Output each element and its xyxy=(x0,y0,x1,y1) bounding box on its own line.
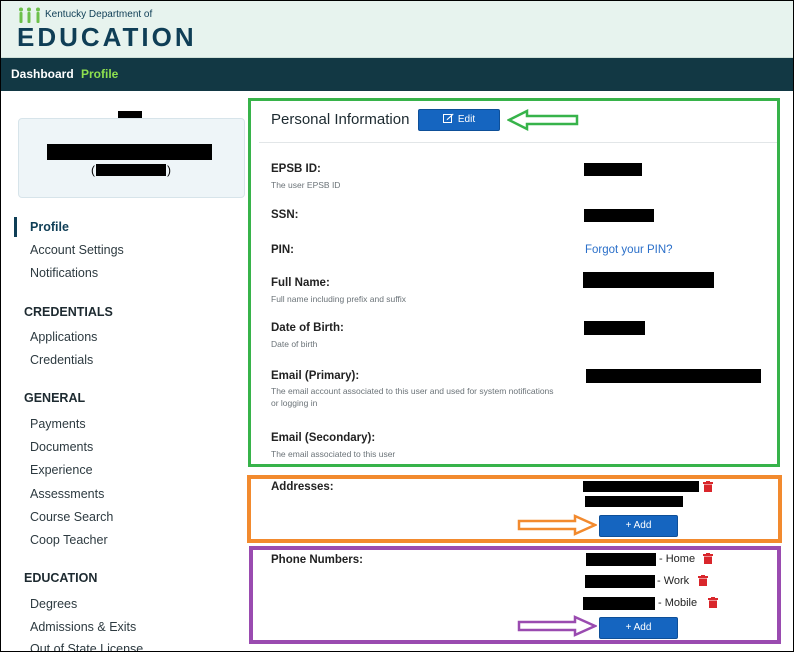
page-frame: Kentucky Department of EDUCATION Dashboa… xyxy=(0,0,794,652)
sidebar-item-documents[interactable]: Documents xyxy=(30,440,93,454)
logo-figures-icon xyxy=(19,7,40,23)
sidebar-item-account-settings[interactable]: Account Settings xyxy=(30,243,124,257)
sidebar-item-experience[interactable]: Experience xyxy=(30,463,93,477)
sidebar-heading-credentials: CREDENTIALS xyxy=(24,305,113,319)
annotation-box-personal-info xyxy=(248,98,780,467)
sidebar-item-credentials[interactable]: Credentials xyxy=(30,353,93,367)
nav-profile[interactable]: Profile xyxy=(81,67,118,81)
active-indicator xyxy=(14,217,17,237)
sidebar-item-admissions-exits[interactable]: Admissions & Exits xyxy=(30,620,136,634)
sidebar-item-assessments[interactable]: Assessments xyxy=(30,487,104,501)
sidebar-item-course-search[interactable]: Course Search xyxy=(30,510,113,524)
sidebar-item-payments[interactable]: Payments xyxy=(30,417,86,431)
user-id-open-paren: ( xyxy=(91,163,95,177)
redacted-user-name xyxy=(47,144,212,160)
logo-org-line: Kentucky Department of xyxy=(45,9,153,20)
nav-dashboard[interactable]: Dashboard xyxy=(11,67,74,81)
sidebar-heading-education: EDUCATION xyxy=(24,571,98,585)
sidebar-item-out-of-state-license[interactable]: Out of State License xyxy=(30,642,143,651)
redacted-user-id xyxy=(96,164,166,176)
annotation-box-phone-numbers xyxy=(249,546,781,644)
sidebar-item-notifications[interactable]: Notifications xyxy=(30,266,98,280)
sidebar-item-coop-teacher[interactable]: Coop Teacher xyxy=(30,533,108,547)
logo-education-word: EDUCATION xyxy=(17,22,197,52)
top-nav: Dashboard Profile xyxy=(1,58,793,91)
user-id-close-paren: ) xyxy=(167,163,171,177)
sidebar-item-profile[interactable]: Profile xyxy=(30,220,69,234)
sidebar-item-degrees[interactable]: Degrees xyxy=(30,597,77,611)
annotation-box-addresses xyxy=(247,475,782,543)
site-header: Kentucky Department of EDUCATION xyxy=(1,1,793,58)
sidebar-item-applications[interactable]: Applications xyxy=(30,330,97,344)
sidebar-heading-general: GENERAL xyxy=(24,391,86,405)
